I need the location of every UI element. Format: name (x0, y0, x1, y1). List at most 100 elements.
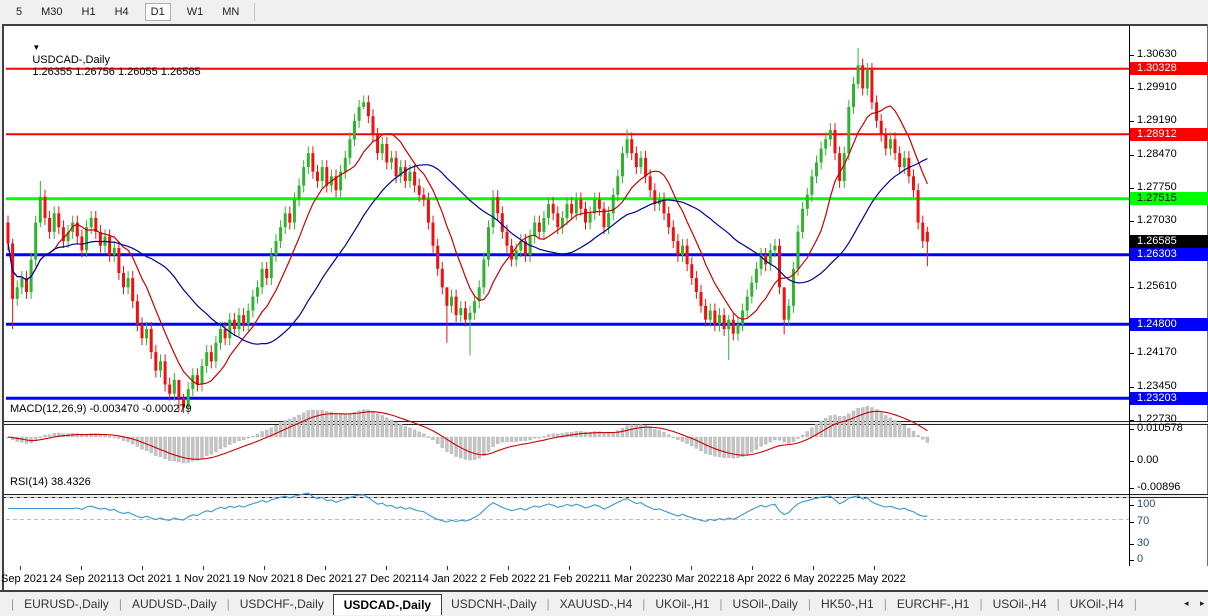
rsi-panel-chart[interactable] (6, 474, 1129, 542)
tab-separator: | (808, 597, 811, 611)
price-badge: 1.23203 (1130, 392, 1208, 405)
rsi-scale-tick: 70 (1137, 515, 1149, 527)
rsi-scale-tick: 100 (1137, 498, 1155, 510)
time-axis-label: 2 Feb 2022 (480, 573, 536, 585)
time-axis-tick (874, 566, 875, 570)
window-border-left (0, 24, 4, 592)
time-axis-label: 27 Dec 2021 (355, 573, 417, 585)
time-axis-label: 30 Mar 2022 (660, 573, 722, 585)
macd-scale-tick-tick (1130, 461, 1134, 462)
moving-average-fast (8, 106, 927, 385)
macd-scale-tick: 0.010578 (1137, 422, 1183, 434)
price-badge: 1.27515 (1130, 192, 1208, 205)
rsi-scale-tick: 0 (1137, 553, 1143, 565)
price-scale-tick: 1.29910 (1137, 81, 1177, 93)
price-scale-tick: 1.27030 (1137, 214, 1177, 226)
time-axis-label: 18 Apr 2022 (722, 573, 781, 585)
chart-symbol-period: USDCAD-,Daily (32, 54, 110, 66)
timeframe-button-mn[interactable]: MN (219, 3, 242, 21)
macd-scale-tick: 0.00 (1137, 454, 1158, 466)
time-axis-label: 6 Sep 2021 (0, 573, 48, 585)
time-axis-label: 13 Oct 2021 (112, 573, 172, 585)
time-axis-label: 11 Mar 2022 (600, 573, 661, 585)
time-axis-tick (630, 566, 631, 570)
chart-tab-usdcnh-daily[interactable]: USDCNH-,Daily (442, 595, 545, 613)
time-axis-label: 25 May 2022 (842, 573, 906, 585)
price-scale-tick-tick (1130, 287, 1134, 288)
chart-tab-audusd-daily[interactable]: AUDUSD-,Daily (123, 595, 226, 613)
chart-tab-usoil-daily[interactable]: USOil-,Daily (724, 595, 807, 613)
chart-tab-usdcad-daily[interactable]: USDCAD-,Daily (333, 594, 442, 615)
time-axis-tick (691, 566, 692, 570)
time-axis-tick (203, 566, 204, 570)
chart-tab-hk50-h1[interactable]: HK50-,H1 (812, 595, 883, 613)
time-axis-tick (386, 566, 387, 570)
price-scale-tick-tick (1130, 420, 1134, 421)
rsi-scale-tick-tick (1130, 544, 1134, 545)
macd-signal-line (8, 411, 927, 459)
timeframe-toolbar: 5 M30 H1 H4 D1 W1 MN (0, 0, 1208, 24)
macd-scale-tick-tick (1130, 429, 1134, 430)
chart-tab-usdchf-daily[interactable]: USDCHF-,Daily (231, 595, 333, 613)
time-axis-label: 8 Dec 2021 (297, 573, 353, 585)
time-axis-tick (569, 566, 570, 570)
time-axis-label: 24 Sep 2021 (50, 573, 112, 585)
time-axis[interactable]: 6 Sep 202124 Sep 202113 Oct 20211 Nov 20… (4, 566, 1208, 590)
price-badge: 1.26303 (1130, 248, 1208, 261)
macd-scale-tick: -0.00896 (1137, 481, 1180, 493)
time-axis-label: 6 May 2022 (784, 573, 841, 585)
price-scale-tick-tick (1130, 353, 1134, 354)
tab-separator: | (884, 597, 887, 611)
timeframe-button-h4[interactable]: H4 (112, 3, 132, 21)
chart-tab-xauusd-h4[interactable]: XAUUSD-,H4 (551, 595, 642, 613)
time-axis-tick (447, 566, 448, 570)
macd-scale-tick-tick (1130, 488, 1134, 489)
price-badge: 1.30328 (1130, 62, 1208, 75)
rsi-scale-tick: 30 (1137, 537, 1149, 549)
timeframe-button-5[interactable]: 5 (13, 3, 25, 21)
tab-separator: | (227, 597, 230, 611)
chart-tab-usoil-h4[interactable]: USOil-,H4 (984, 595, 1056, 613)
tab-separator: | (719, 597, 722, 611)
tab-separator: | (11, 597, 14, 611)
price-scale-tick-tick (1130, 121, 1134, 122)
tab-separator: | (119, 597, 122, 611)
chart-tab-ukoil-h4[interactable]: UKOil-,H4 (1061, 595, 1133, 613)
tab-separator: | (1134, 597, 1137, 611)
time-axis-label: 1 Nov 2021 (175, 573, 231, 585)
chart-tab-ukoil-h1[interactable]: UKOil-,H1 (646, 595, 718, 613)
chart-tab-eurchf-h1[interactable]: EURCHF-,H1 (888, 595, 979, 613)
rsi-scale-tick-tick (1130, 522, 1134, 523)
chart-tab-eurusd-daily[interactable]: EURUSD-,Daily (15, 595, 118, 613)
price-scale-tick: 1.25610 (1137, 280, 1177, 292)
rsi-indicator-label: RSI(14) 38.4326 (10, 476, 91, 488)
price-scale-tick-tick (1130, 55, 1134, 56)
timeframe-button-w1[interactable]: W1 (184, 3, 207, 21)
price-scale-tick-tick (1130, 88, 1134, 89)
tab-separator: | (642, 597, 645, 611)
price-badge: 1.24800 (1130, 318, 1208, 331)
tab-scroll-right-icon[interactable]: ▸ (1200, 598, 1205, 609)
price-scale-tick: 1.23450 (1137, 380, 1177, 392)
timeframe-button-d1[interactable]: D1 (145, 3, 171, 21)
price-scale-tick-tick (1130, 387, 1134, 388)
rsi-scale-tick-tick (1130, 505, 1134, 506)
tab-separator: | (546, 597, 549, 611)
chart-title: ▼ USDCAD-,Daily 1.26355 1.26756 1.26055 … (14, 30, 201, 90)
price-scale-tick: 1.28470 (1137, 148, 1177, 160)
price-scale-tick-tick (1130, 155, 1134, 156)
chart-window: ▼ USDCAD-,Daily 1.26355 1.26756 1.26055 … (0, 24, 1208, 592)
timeframe-button-h1[interactable]: H1 (79, 3, 99, 21)
trading-terminal: 5 M30 H1 H4 D1 W1 MN ▼ USDCAD-,Daily 1.26355 1… (0, 0, 1208, 616)
time-axis-tick (264, 566, 265, 570)
symbol-marker-icon: ▼ (32, 43, 40, 52)
time-axis-tick (81, 566, 82, 570)
time-axis-tick (813, 566, 814, 570)
timeframe-button-m30[interactable]: M30 (38, 3, 65, 21)
price-scale-tick-tick (1130, 221, 1134, 222)
price-badge: 1.28912 (1130, 128, 1208, 141)
time-axis-tick (325, 566, 326, 570)
price-scale-tick: 1.29190 (1137, 114, 1177, 126)
tab-scroll-left-icon[interactable]: ◂ (1184, 598, 1189, 609)
price-scale-tick: 1.24170 (1137, 346, 1177, 358)
